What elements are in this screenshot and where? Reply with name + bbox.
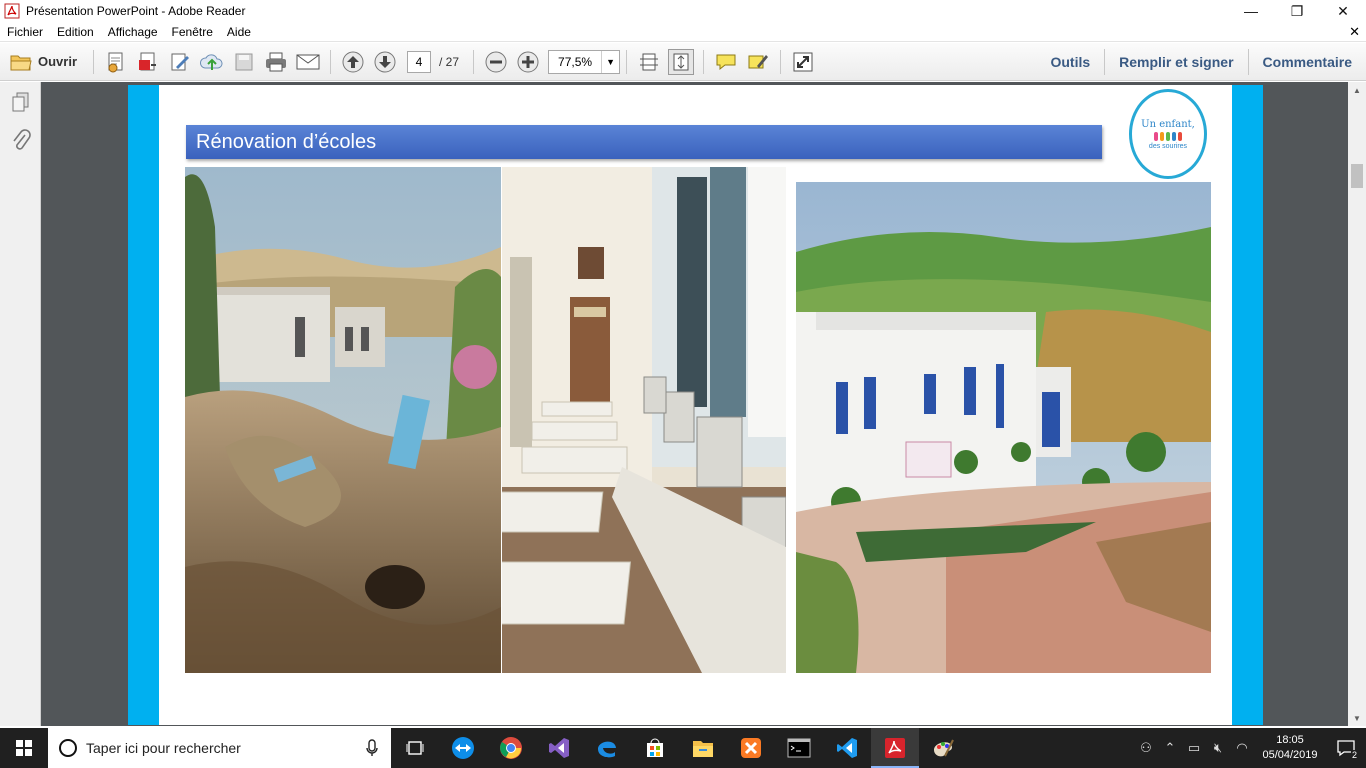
xampp-icon[interactable]: [727, 728, 775, 768]
zoom-in-icon[interactable]: [512, 47, 544, 77]
fit-page-icon[interactable]: [668, 48, 695, 75]
menu-aide[interactable]: Aide: [227, 25, 251, 39]
close-button[interactable]: ✕: [1320, 0, 1366, 22]
create-pdf-icon[interactable]: [100, 47, 132, 77]
full-screen-icon[interactable]: [787, 47, 819, 77]
microphone-icon[interactable]: [365, 739, 379, 757]
visual-studio-icon[interactable]: [535, 728, 583, 768]
chrome-icon[interactable]: [487, 728, 535, 768]
clock-time: 18:05: [1276, 734, 1304, 746]
battery-icon[interactable]: ▭: [1182, 740, 1206, 756]
command-prompt-icon[interactable]: [775, 728, 823, 768]
maximize-button[interactable]: ❐: [1274, 0, 1320, 22]
menu-fenetre[interactable]: Fenêtre: [172, 25, 213, 39]
separator: [473, 49, 475, 74]
save-icon[interactable]: [228, 47, 260, 77]
scroll-thumb[interactable]: [1351, 164, 1363, 188]
zoom-select[interactable]: 77,5% ▼: [548, 49, 621, 74]
scroll-down-icon[interactable]: ▼: [1348, 710, 1366, 726]
vscode-icon[interactable]: [823, 728, 871, 768]
navigation-pane: [0, 82, 41, 726]
logo-text-top: Un enfant,: [1141, 118, 1195, 130]
notification-count: 2: [1350, 750, 1358, 760]
open-button[interactable]: Ouvrir: [0, 47, 87, 77]
zoom-out-icon[interactable]: [480, 47, 512, 77]
menu-affichage[interactable]: Affichage: [108, 25, 158, 39]
sticky-note-icon[interactable]: [710, 47, 742, 77]
zoom-value: 77,5%: [558, 54, 593, 69]
store-icon[interactable]: [631, 728, 679, 768]
show-hidden-icons-icon[interactable]: ⌃: [1158, 740, 1182, 756]
page-total: / 27: [439, 54, 460, 69]
system-tray: ⚇ ⌃ ▭ 🔇︎ ◠ 18:05 05/04/2019 2: [1134, 728, 1366, 768]
photo-school-before: [185, 167, 501, 673]
taskbar-search[interactable]: Taper ici pour rechercher: [48, 728, 391, 768]
cortana-icon: [59, 739, 77, 757]
tools-tab[interactable]: Outils: [1036, 54, 1104, 70]
fill-sign-tab[interactable]: Remplir et signer: [1105, 54, 1247, 70]
logo-text-bottom: des sourires: [1148, 142, 1188, 150]
open-label: Ouvrir: [38, 54, 78, 69]
upload-cloud-icon[interactable]: [196, 47, 228, 77]
separator: [93, 49, 95, 74]
association-logo: Un enfant, des sourires: [1129, 89, 1207, 179]
fit-width-icon[interactable]: [633, 47, 665, 77]
right-panel-tabs: Outils Remplir et signer Commentaire: [1036, 43, 1366, 81]
print-icon[interactable]: [260, 47, 292, 77]
vertical-scrollbar[interactable]: ▲ ▼: [1348, 82, 1366, 726]
slide-right-band: [1232, 85, 1263, 725]
volume-muted-icon[interactable]: 🔇︎: [1206, 740, 1230, 756]
photo-school-after: [796, 182, 1211, 673]
edge-icon[interactable]: [583, 728, 631, 768]
scroll-up-icon[interactable]: ▲: [1348, 82, 1366, 98]
file-explorer-icon[interactable]: [679, 728, 727, 768]
teamviewer-icon[interactable]: [439, 728, 487, 768]
chevron-down-icon[interactable]: ▼: [601, 50, 619, 73]
minimize-button[interactable]: —: [1228, 0, 1274, 22]
separator: [626, 49, 628, 74]
paint-icon[interactable]: [919, 728, 967, 768]
task-view-icon[interactable]: [391, 728, 439, 768]
title-bar: Présentation PowerPoint - Adobe Reader —…: [0, 0, 1366, 22]
photo-classroom: [502, 167, 786, 673]
separator: [703, 49, 705, 74]
email-icon[interactable]: [292, 47, 324, 77]
taskbar: Taper ici pour rechercher ⚇ ⌃ ▭ 🔇︎ ◠ 18:…: [0, 728, 1366, 768]
slide-title: Rénovation d’écoles: [186, 125, 1102, 159]
menu-bar: Fichier Edition Affichage Fenêtre Aide ✕: [0, 22, 1366, 42]
window-title: Présentation PowerPoint - Adobe Reader: [26, 4, 246, 18]
previous-page-icon[interactable]: [337, 47, 369, 77]
highlight-text-icon[interactable]: [742, 47, 774, 77]
folder-icon: [10, 55, 32, 70]
logo-people-icon: [1154, 131, 1182, 141]
attachments-icon[interactable]: [0, 122, 41, 162]
search-placeholder: Taper ici pour rechercher: [86, 740, 241, 756]
page-number-input[interactable]: 4: [407, 50, 432, 73]
page-thumbnails-icon[interactable]: [0, 82, 41, 122]
slide-left-band: [128, 85, 159, 725]
toolbar: Ouvrir 4 / 27 77,5% ▼ Outils Remplir et …: [0, 43, 1366, 81]
next-page-icon[interactable]: [369, 47, 401, 77]
separator: [780, 49, 782, 74]
action-center-icon[interactable]: 2: [1326, 728, 1366, 768]
windows-start-icon[interactable]: [0, 728, 48, 768]
people-icon[interactable]: ⚇: [1134, 740, 1158, 756]
export-pdf-icon[interactable]: [132, 47, 164, 77]
adobe-reader-icon: [4, 3, 20, 19]
comment-tab[interactable]: Commentaire: [1249, 54, 1366, 70]
menu-edition[interactable]: Edition: [57, 25, 94, 39]
wifi-icon[interactable]: ◠: [1230, 740, 1254, 756]
menu-fichier[interactable]: Fichier: [7, 25, 43, 39]
clock-date: 05/04/2019: [1262, 749, 1318, 761]
document-close-button[interactable]: ✕: [1349, 24, 1360, 40]
clock[interactable]: 18:05 05/04/2019: [1254, 733, 1326, 763]
acrobat-reader-icon[interactable]: [871, 728, 919, 768]
slide-page: Rénovation d’écoles Un enfant, des souri…: [128, 85, 1263, 725]
separator: [330, 49, 332, 74]
edit-pdf-icon[interactable]: [164, 47, 196, 77]
